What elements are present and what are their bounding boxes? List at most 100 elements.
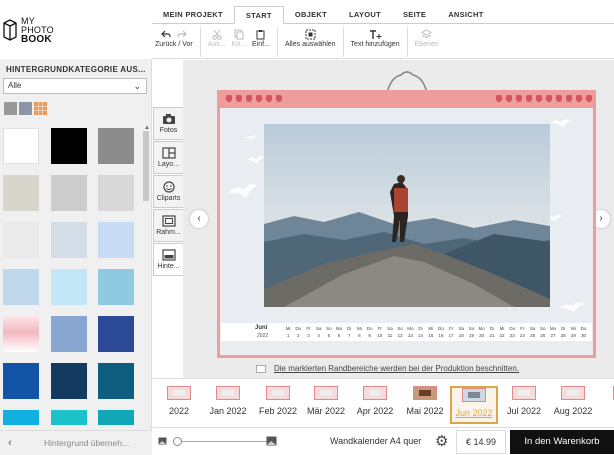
month-thumbnail-8[interactable]: Aug 2022 <box>549 386 597 424</box>
date-cell: 10 <box>377 333 383 338</box>
layers-button[interactable]: Ebenen <box>412 25 442 48</box>
tab-objekt[interactable]: OBJEKT <box>284 6 338 23</box>
zoom-out-image-icon[interactable] <box>158 437 167 445</box>
tool-tab-hintergrund[interactable]: Hinte... <box>153 243 183 276</box>
weekday-label: Fr <box>448 326 454 331</box>
date-cell: 13 <box>407 333 413 338</box>
back-chevron-icon[interactable]: ‹ <box>0 437 20 449</box>
background-swatch[interactable] <box>51 222 87 258</box>
frame-icon <box>161 215 176 227</box>
paste-button[interactable]: Einf... <box>249 25 273 48</box>
tab-layout[interactable]: LAYOUT <box>338 6 392 23</box>
weekday-label: So <box>397 326 403 331</box>
date-cell: 23 <box>509 333 515 338</box>
tool-tab-label: Layo... <box>157 161 179 168</box>
month-thumbnail-5[interactable]: Mai 2022 <box>401 386 449 424</box>
background-swatch[interactable] <box>51 410 87 425</box>
background-swatch[interactable] <box>98 269 134 305</box>
gear-icon[interactable]: ⚙ <box>435 432 448 450</box>
background-swatch[interactable] <box>51 316 87 352</box>
select-all-button[interactable]: Alles auswählen <box>282 25 339 48</box>
month-label: Aug 2022 <box>553 406 593 416</box>
month-thumbnail-2[interactable]: Feb 2022 <box>254 386 302 424</box>
background-swatch[interactable] <box>98 410 134 425</box>
scrollbar-thumb[interactable] <box>143 131 149 201</box>
date-cell: 14 <box>418 333 424 338</box>
background-swatch[interactable] <box>98 175 134 211</box>
binding-ring <box>236 95 242 102</box>
previous-page-arrow[interactable]: ‹ <box>190 210 208 228</box>
month-label: Feb 2022 <box>258 406 298 416</box>
weekday-label: Fr <box>377 326 382 331</box>
toolbar: Zurück / Vor Aus... Ko... Einf... Alles … <box>152 25 614 59</box>
tool-tab-fotos[interactable]: Fotos <box>153 107 183 140</box>
tool-tab-cliparts[interactable]: Cliparts <box>153 175 183 208</box>
background-swatch[interactable] <box>3 410 39 425</box>
month-label: 2022 <box>168 406 190 416</box>
background-swatch[interactable] <box>51 175 87 211</box>
month-thumbnail-7[interactable]: Jul 2022 <box>500 386 548 424</box>
background-swatch[interactable] <box>51 363 87 399</box>
category-select[interactable]: Alle ⌄ <box>3 78 147 94</box>
background-swatch[interactable] <box>51 128 87 164</box>
tab-mein-projekt[interactable]: MEIN PROJEKT <box>152 6 234 23</box>
page-preview-photo <box>272 390 284 396</box>
background-swatch[interactable] <box>98 363 134 399</box>
background-swatch[interactable] <box>98 128 134 164</box>
weekday-label: Mi <box>499 326 505 331</box>
background-swatch[interactable] <box>3 363 39 399</box>
redo-icon[interactable] <box>177 30 187 39</box>
add-to-cart-button[interactable]: In den Warenkorb <box>510 430 614 454</box>
zoom-slider-track[interactable] <box>180 441 267 442</box>
undo-icon[interactable] <box>161 30 171 39</box>
zoom-slider-handle[interactable] <box>173 437 182 446</box>
page-preview <box>512 386 536 400</box>
weekday-label: Sa <box>315 326 322 331</box>
month-thumbnail-1[interactable]: Jan 2022 <box>204 386 252 424</box>
background-swatch[interactable] <box>3 222 39 258</box>
background-swatch[interactable] <box>51 269 87 305</box>
page-preview-photo <box>320 390 332 396</box>
tool-tab-layouts[interactable]: Layo... <box>153 141 183 174</box>
logo[interactable]: MY PHOTO BOOK <box>3 12 63 48</box>
undo-redo-button[interactable]: Zurück / Vor <box>152 25 196 48</box>
background-swatch[interactable] <box>3 316 39 352</box>
background-swatch[interactable] <box>3 269 39 305</box>
page-preview <box>413 386 437 400</box>
page-preview <box>462 388 486 402</box>
weekday-label: Mo <box>549 326 557 331</box>
toolbar-divider <box>276 27 278 57</box>
tool-tab-rahmen[interactable]: Rahm... <box>153 209 183 242</box>
month-thumbnail-6[interactable]: Jun 2022 <box>450 386 498 424</box>
background-swatch[interactable] <box>3 128 39 164</box>
date-cell: 11 <box>387 333 393 338</box>
month-label: Mär 2022 <box>306 406 346 416</box>
grid-view-icon[interactable] <box>34 102 47 115</box>
apply-background-button[interactable]: Hintergrund überneh... <box>20 438 152 448</box>
date-cell: 30 <box>581 333 587 338</box>
logo-line-3: BOOK <box>21 33 52 45</box>
page-preview-photo <box>468 392 480 398</box>
weekday-label: Mi <box>357 326 362 331</box>
tab-start[interactable]: START <box>233 6 284 24</box>
calendar-page[interactable]: Juni 2022 Mi Do Fr Sa So Mo Di Mi Do Fr Sa So Mo Di Mi… <box>217 90 596 358</box>
large-view-icon[interactable] <box>4 102 17 115</box>
month-thumbnail-4[interactable]: Apr 2022 <box>351 386 399 424</box>
background-swatch[interactable] <box>98 222 134 258</box>
tab-ansicht[interactable]: ANSICHT <box>437 6 494 23</box>
date-cell: 20 <box>479 333 485 338</box>
trim-notice-text[interactable]: Die markierten Randbereiche werden bei d… <box>274 364 519 373</box>
copy-button[interactable]: Ko... <box>229 25 249 48</box>
add-text-button[interactable]: Text hinzufügen <box>348 25 403 48</box>
medium-view-icon[interactable] <box>19 102 32 115</box>
background-swatch[interactable] <box>3 175 39 211</box>
cut-button[interactable]: Aus... <box>205 25 229 48</box>
month-thumbnail-cover[interactable]: 2022 <box>155 386 203 424</box>
toolbar-divider <box>199 27 201 57</box>
tab-seite[interactable]: SEITE <box>392 6 437 23</box>
mountain-hiker-photo[interactable] <box>264 124 550 307</box>
zoom-in-image-icon[interactable] <box>266 436 277 446</box>
background-swatch[interactable] <box>98 316 134 352</box>
month-thumbnail-9[interactable]: Se <box>601 386 614 424</box>
month-thumbnail-3[interactable]: Mär 2022 <box>302 386 350 424</box>
